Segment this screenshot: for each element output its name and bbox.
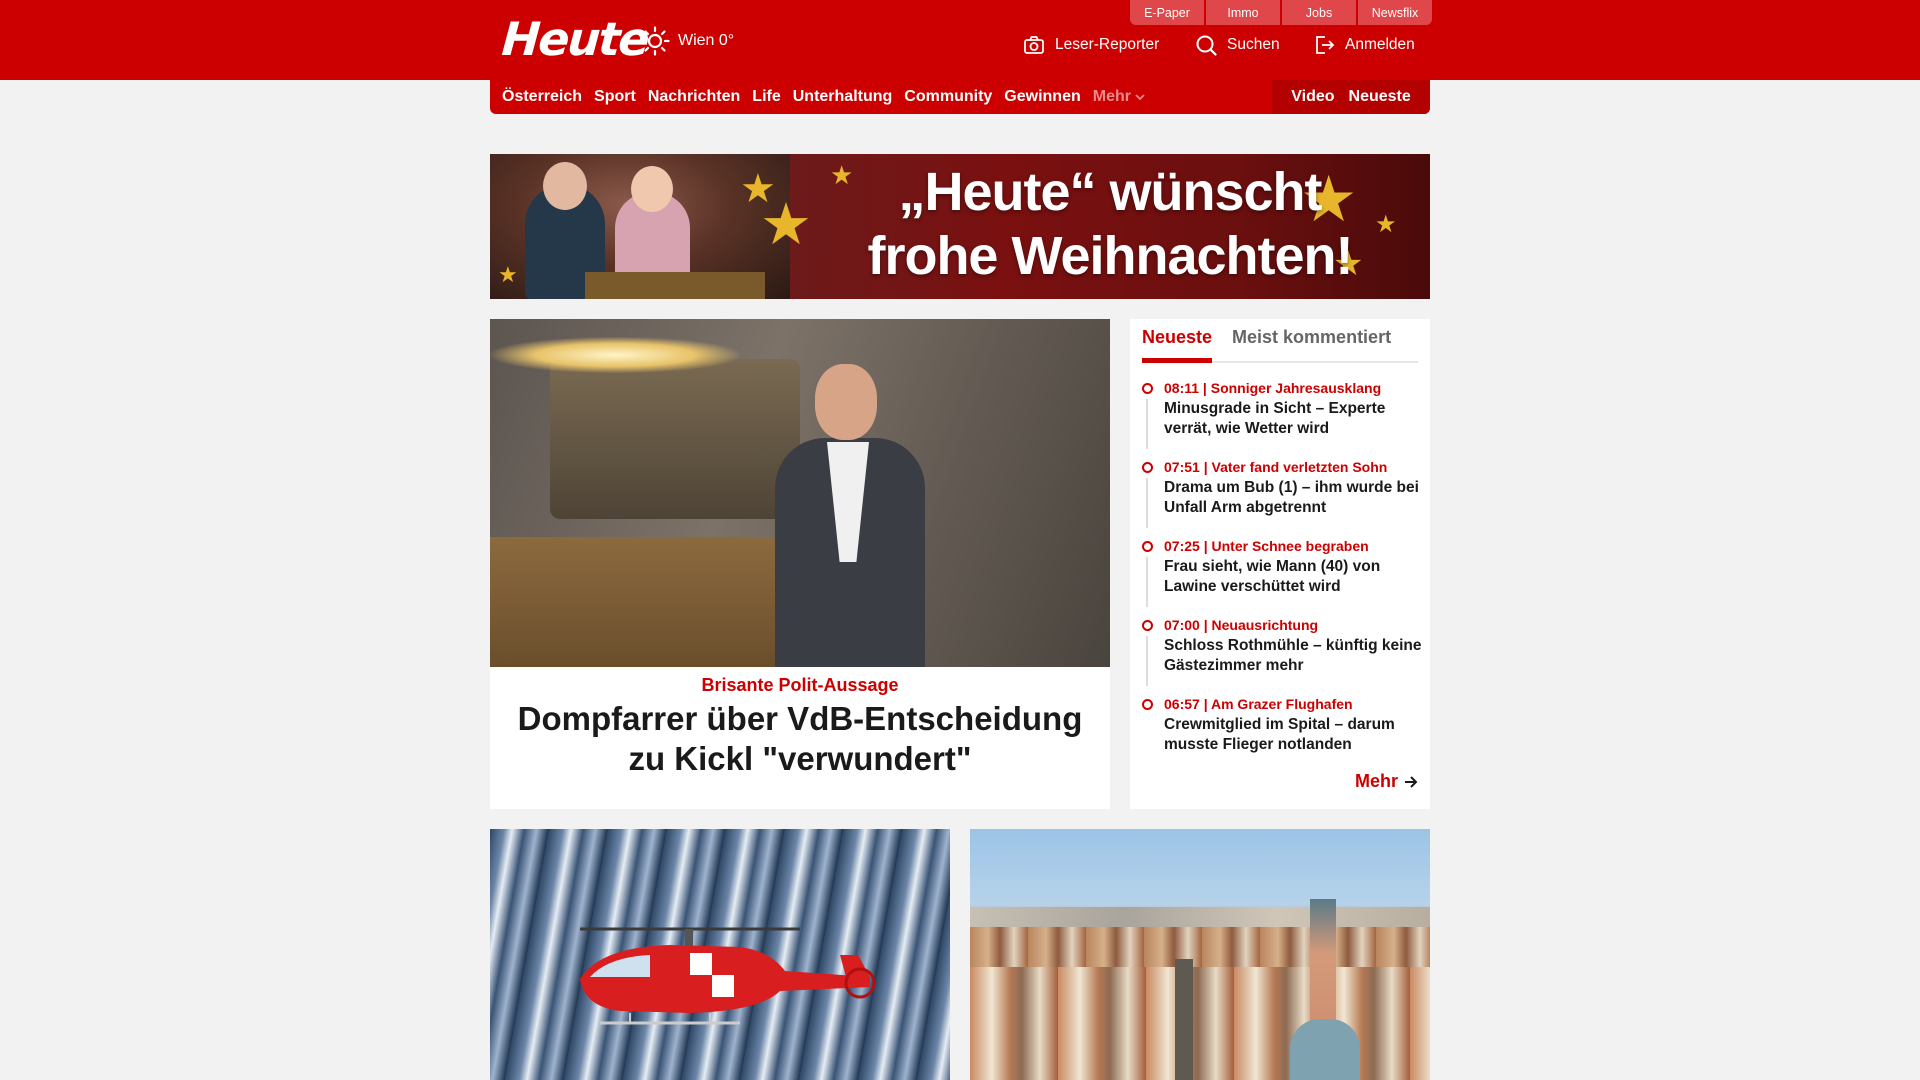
login-button[interactable]: Anmelden — [1313, 34, 1415, 56]
top-link-immo[interactable]: Immo — [1206, 0, 1280, 25]
tab-meist-kommentiert[interactable]: Meist kommentiert — [1232, 327, 1391, 363]
site-header: Heute Wien 0° E-Paper Immo Jobs Newsflix… — [0, 0, 1920, 80]
nav-item-sport[interactable]: Sport — [594, 88, 636, 106]
arrow-right-icon — [1405, 775, 1418, 788]
news-meta: 08:11 | Sonniger Jahresausklang — [1164, 380, 1382, 396]
hero-kicker: Brisante Polit-Aussage — [701, 675, 899, 695]
news-meta: 07:25 | Unter Schnee begraben — [1164, 538, 1369, 554]
nav-more-label: Mehr — [1092, 88, 1131, 105]
news-item[interactable]: 07:25 | Unter Schnee begraben Frau sieht… — [1142, 537, 1422, 616]
search-icon — [1196, 35, 1217, 56]
banner-line-2: frohe Weihnachten! — [867, 226, 1353, 286]
nav-item-oesterreich[interactable]: Österreich — [502, 88, 582, 106]
timeline-dot — [1142, 462, 1153, 473]
teaser-vienna-city[interactable] — [970, 829, 1430, 1080]
street — [1175, 959, 1193, 1080]
timeline-dot — [1142, 620, 1153, 631]
chevron-down-icon — [1135, 94, 1145, 101]
nav-right-group: Video Neueste — [1272, 80, 1430, 114]
main-nav: Österreich Sport Nachrichten Life Unterh… — [490, 80, 1430, 114]
top-link-epaper[interactable]: E-Paper — [1130, 0, 1204, 25]
hero-title[interactable]: Dompfarrer über VdB-Entscheidung zu Kick… — [500, 699, 1100, 779]
news-title[interactable]: Schloss Rothmühle – künftig keine Gästez… — [1164, 636, 1422, 676]
news-meta: 07:00 | Neuausrichtung — [1164, 617, 1319, 633]
teaser-helicopter[interactable] — [490, 829, 950, 1080]
weather-widget[interactable]: Wien 0° — [640, 26, 734, 56]
person-figure — [775, 364, 925, 667]
timeline-line — [1146, 636, 1148, 686]
timeline-dot — [1142, 699, 1153, 710]
news-title[interactable]: Frau sieht, wie Mann (40) von Lawine ver… — [1164, 557, 1422, 597]
panel-more-link[interactable]: Mehr — [1355, 771, 1418, 792]
manger-figure — [585, 272, 765, 299]
timeline-dot — [1142, 541, 1153, 552]
news-item[interactable]: 07:00 | Neuausrichtung Schloss Rothmühle… — [1142, 616, 1422, 695]
latest-news-panel: Neueste Meist kommentiert 08:11 | Sonnig… — [1130, 319, 1430, 809]
banner-line-1: „Heute“ wünscht — [898, 162, 1322, 222]
nav-item-community[interactable]: Community — [904, 88, 992, 106]
carved-font-base — [490, 537, 780, 667]
heute-logo[interactable]: Heute — [500, 12, 649, 66]
top-link-newsflix[interactable]: Newsflix — [1358, 0, 1432, 25]
news-item[interactable]: 08:11 | Sonniger Jahresausklang Minusgra… — [1142, 379, 1422, 458]
star-icon: ★ — [498, 262, 518, 287]
news-title[interactable]: Drama um Bub (1) – ihm wurde bei Unfall … — [1164, 478, 1422, 518]
news-item[interactable]: 06:57 | Am Grazer Flughafen Crewmitglied… — [1142, 695, 1422, 774]
login-label: Anmelden — [1345, 36, 1415, 53]
city-buildings — [970, 967, 1430, 1080]
news-meta: 06:57 | Am Grazer Flughafen — [1164, 696, 1353, 712]
church-dome — [1290, 1019, 1360, 1080]
tab-neueste[interactable]: Neueste — [1142, 327, 1213, 363]
hero-article[interactable]: Brisante Polit-Aussage Dompfarrer über V… — [490, 319, 1110, 809]
nav-item-life[interactable]: Life — [752, 88, 780, 106]
timeline-line — [1146, 399, 1148, 449]
nav-item-gewinnen[interactable]: Gewinnen — [1004, 88, 1080, 106]
lamp-light — [490, 337, 740, 373]
news-list: 08:11 | Sonniger Jahresausklang Minusgra… — [1142, 379, 1422, 774]
city-skyline — [970, 907, 1430, 927]
christmas-banner[interactable]: ★ ★ ★ ★ ★ ★ ★ „Heute“ wünscht frohe Weih… — [490, 154, 1430, 299]
timeline-dot — [1142, 383, 1153, 394]
timeline-line — [1146, 478, 1148, 528]
top-link-jobs[interactable]: Jobs — [1282, 0, 1356, 25]
nav-item-nachrichten[interactable]: Nachrichten — [648, 88, 740, 106]
panel-tabs: Neueste Meist kommentiert — [1142, 327, 1418, 363]
news-meta: 07:51 | Vater fand verletzten Sohn — [1164, 459, 1388, 475]
nav-item-video[interactable]: Video — [1291, 88, 1334, 106]
news-title[interactable]: Crewmitglied im Spital – darum musste Fl… — [1164, 715, 1422, 755]
banner-text: „Heute“ wünscht frohe Weihnachten! — [790, 160, 1430, 288]
city-rooftops — [970, 927, 1430, 967]
top-links: E-Paper Immo Jobs Newsflix — [1130, 0, 1432, 25]
helicopter-image — [580, 927, 876, 1025]
login-icon — [1316, 36, 1335, 54]
panel-more-label: Mehr — [1354, 771, 1398, 791]
nav-item-neueste[interactable]: Neueste — [1349, 88, 1411, 106]
news-item[interactable]: 07:51 | Vater fand verletzten Sohn Drama… — [1142, 458, 1422, 537]
nav-more-dropdown[interactable]: Mehr — [1093, 88, 1145, 106]
nav-item-unterhaltung[interactable]: Unterhaltung — [793, 88, 893, 106]
timeline-line — [1146, 557, 1148, 607]
news-title[interactable]: Minusgrade in Sicht – Experte verrät, wi… — [1164, 399, 1422, 439]
search-label: Suchen — [1227, 36, 1280, 53]
baptismal-font — [550, 359, 800, 519]
weather-label: Wien 0° — [678, 32, 735, 49]
hero-image — [490, 319, 1110, 667]
leser-reporter-button[interactable]: Leser-Reporter — [1023, 34, 1159, 56]
search-button[interactable]: Suchen — [1195, 34, 1280, 56]
leser-reporter-label: Leser-Reporter — [1055, 36, 1160, 53]
sun-icon — [640, 26, 670, 56]
camera-icon — [1024, 36, 1044, 54]
